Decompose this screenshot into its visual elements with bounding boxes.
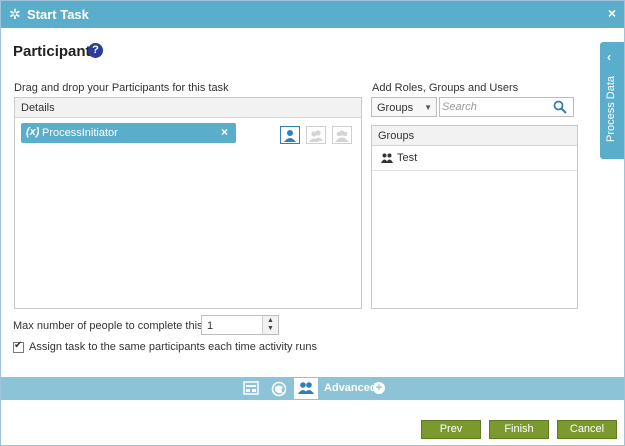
process-data-label: Process Data	[605, 75, 617, 142]
assign-label: Assign task to the same participants eac…	[29, 341, 317, 353]
type-select-value: Groups	[377, 102, 414, 114]
gear-icon: ✲	[9, 6, 21, 22]
search-input[interactable]	[442, 100, 550, 114]
multiple-users-icon[interactable]	[306, 126, 326, 144]
add-roles-label: Add Roles, Groups and Users	[372, 82, 519, 94]
participant-chip[interactable]: (x) ProcessInitiator ×	[21, 123, 236, 143]
list-item[interactable]: Test	[372, 146, 577, 171]
max-people-value[interactable]: 1	[207, 320, 213, 332]
title-bar: ✲ Start Task ×	[1, 1, 624, 28]
help-icon[interactable]: ?	[88, 43, 103, 58]
start-task-dialog: ✲ Start Task × Participants ? ‹ Process …	[0, 0, 625, 446]
process-data-tab[interactable]: ‹ Process Data	[600, 42, 624, 159]
search-icon[interactable]	[553, 100, 567, 117]
advanced-label[interactable]: Advanced	[324, 382, 377, 394]
participants-drop-area[interactable]: Details (x) ProcessInitiator ×	[14, 97, 362, 309]
groups-header: Groups	[372, 126, 577, 146]
tab-participants[interactable]	[294, 378, 318, 399]
participant-name: ProcessInitiator	[42, 127, 118, 139]
chevron-left-icon: ‹	[607, 50, 611, 64]
max-people-stepper[interactable]: 1 ▲ ▼	[201, 315, 279, 335]
finish-button[interactable]: Finish	[489, 420, 549, 439]
remove-participant-icon[interactable]: ×	[221, 125, 228, 139]
max-people-label: Max number of people to complete this ta…	[13, 320, 229, 332]
details-header: Details	[15, 98, 361, 118]
drag-drop-label: Drag and drop your Participants for this…	[14, 82, 229, 94]
close-icon[interactable]: ×	[608, 5, 616, 21]
window-title: Start Task	[27, 7, 89, 22]
stepper-down-icon[interactable]: ▼	[267, 325, 274, 332]
assign-checkbox[interactable]	[13, 340, 24, 353]
groups-list: Groups Test	[371, 125, 578, 309]
group-name: Test	[397, 152, 418, 164]
add-tab-icon[interactable]: +	[373, 382, 385, 394]
variable-icon: (x)	[26, 126, 40, 138]
stepper-buttons: ▲ ▼	[262, 316, 278, 334]
type-select[interactable]: Groups ▼	[371, 97, 437, 117]
tab-form[interactable]	[239, 378, 263, 399]
group-icon	[381, 153, 393, 166]
cancel-button[interactable]: Cancel	[557, 420, 617, 439]
page-title: Participants	[13, 43, 99, 60]
prev-button[interactable]: Prev	[421, 420, 481, 439]
single-user-icon[interactable]	[280, 126, 300, 144]
stepper-up-icon[interactable]: ▲	[267, 317, 274, 324]
tab-escalation[interactable]	[267, 378, 291, 399]
chevron-down-icon: ▼	[424, 103, 432, 112]
group-users-icon[interactable]	[332, 126, 352, 144]
search-box[interactable]	[439, 97, 574, 117]
tab-bar: Advanced +	[1, 377, 624, 400]
